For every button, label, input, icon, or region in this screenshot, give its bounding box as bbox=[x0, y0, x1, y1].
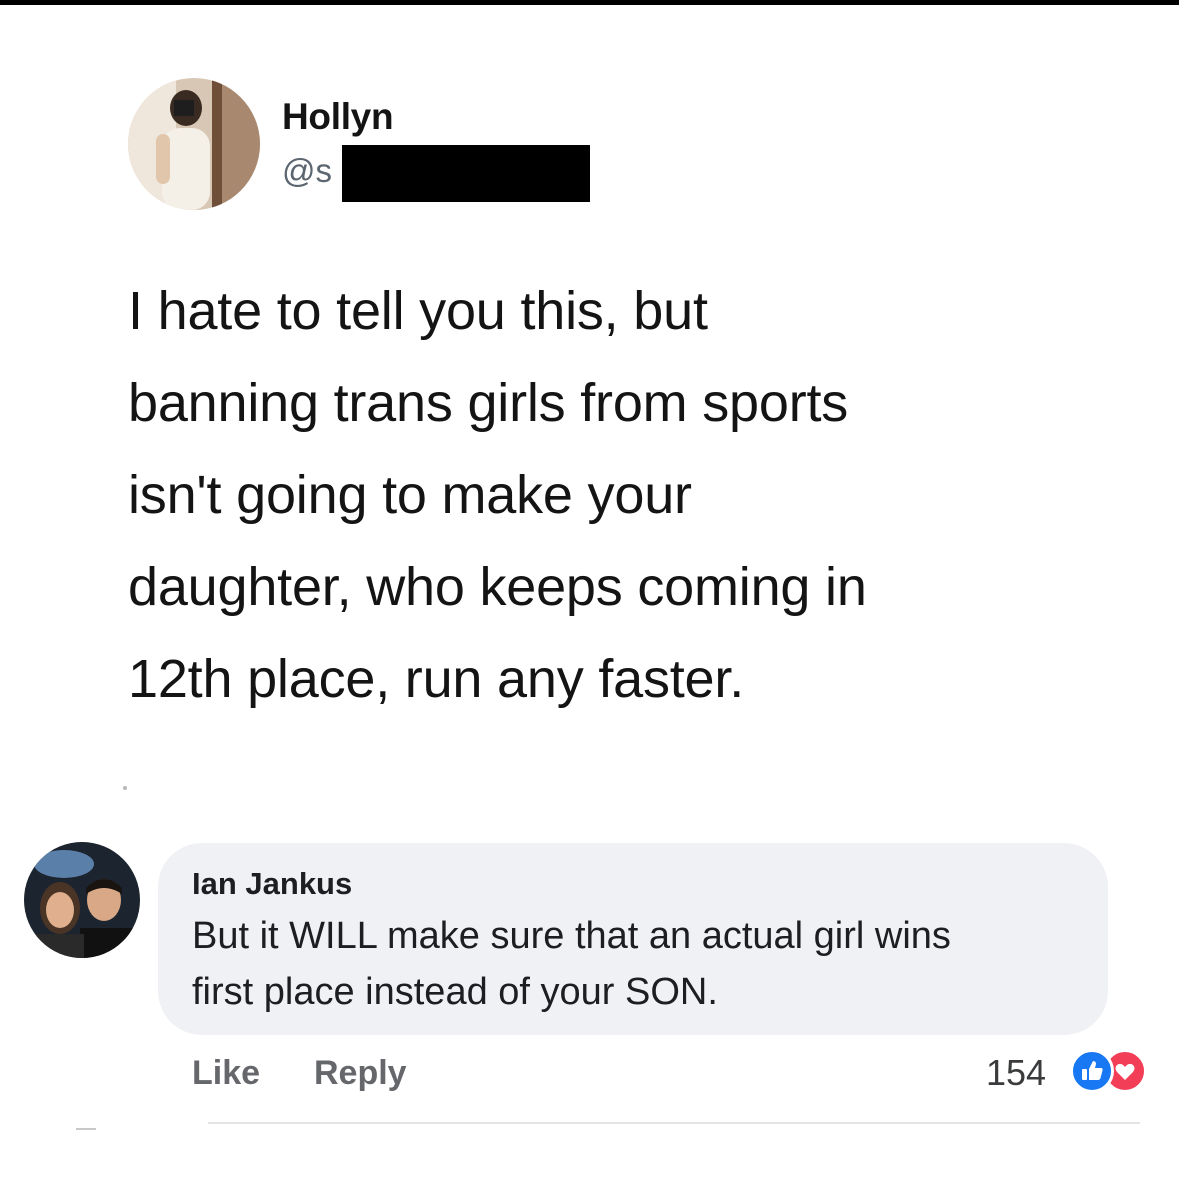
handle-redaction-bar bbox=[342, 145, 590, 202]
top-edge-bar bbox=[0, 0, 1179, 5]
tweet-handle[interactable]: @s bbox=[282, 152, 332, 190]
like-reaction-icon[interactable] bbox=[1070, 1049, 1114, 1093]
screenshot-page: Hollyn @s I hate to tell you this, but b… bbox=[0, 0, 1179, 1179]
comment-avatar-photo bbox=[24, 842, 140, 958]
tweet-text: I hate to tell you this, but banning tra… bbox=[128, 281, 867, 709]
reply-button[interactable]: Reply bbox=[314, 1054, 407, 1093]
comment-author-name[interactable]: Ian Jankus bbox=[192, 866, 352, 902]
comment-text: But it WILL make sure that an actual gir… bbox=[192, 915, 951, 1013]
thumbs-up-icon bbox=[1082, 1061, 1103, 1080]
tweet-display-name[interactable]: Hollyn bbox=[282, 96, 394, 138]
edge-mark bbox=[76, 1128, 96, 1130]
divider-line bbox=[208, 1122, 1140, 1124]
comment-avatar[interactable] bbox=[24, 842, 140, 958]
like-button[interactable]: Like bbox=[192, 1054, 260, 1093]
tweet-avatar-photo bbox=[128, 78, 260, 210]
dot-mark bbox=[123, 786, 127, 790]
tweet-avatar[interactable] bbox=[128, 78, 260, 210]
reaction-count[interactable]: 154 bbox=[986, 1052, 1046, 1094]
